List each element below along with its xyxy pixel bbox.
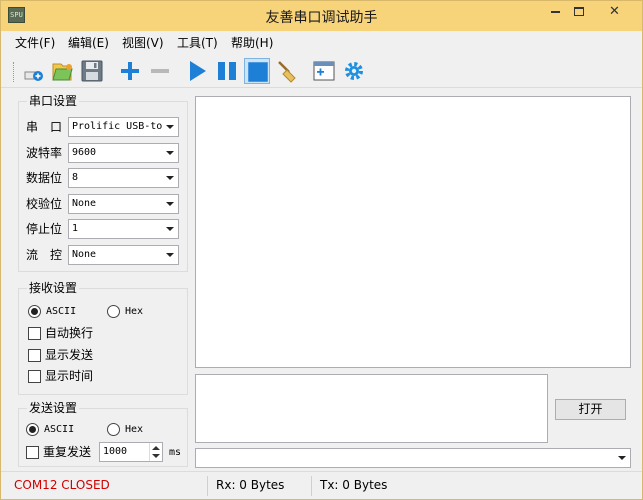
receive-ascii-label: ASCII: [46, 306, 77, 317]
send-textarea[interactable]: [195, 374, 548, 443]
chevron-down-icon: [162, 118, 178, 136]
status-bar: COM12 CLOSED Rx: 0 Bytes Tx: 0 Bytes: [1, 471, 642, 499]
play-icon[interactable]: [184, 58, 210, 84]
parity-value: None: [72, 198, 97, 209]
close-icon: ✕: [609, 4, 620, 19]
open-button[interactable]: 打开: [555, 399, 626, 420]
port-select[interactable]: Prolific USB-to: [68, 117, 179, 137]
pause-icon[interactable]: [214, 58, 240, 84]
stop-icon[interactable]: [244, 58, 270, 84]
repeat-interval-spinbox[interactable]: 1000: [99, 442, 163, 462]
baud-label: 波特率: [26, 146, 63, 160]
receive-settings-title: 接收设置: [27, 280, 80, 296]
open-icon[interactable]: [49, 58, 75, 84]
stopbits-label: 停止位: [26, 222, 63, 236]
serial-settings-title: 串口设置: [27, 93, 80, 109]
parity-select[interactable]: None: [68, 194, 179, 214]
show-time-label: 显示时间: [45, 369, 94, 383]
send-ascii-radio[interactable]: [26, 423, 39, 436]
maximize-icon: [574, 7, 584, 16]
show-time-checkbox[interactable]: [28, 370, 41, 383]
repeat-interval-value: 1000: [103, 446, 128, 457]
remove-icon[interactable]: [147, 58, 173, 84]
spin-buttons[interactable]: [149, 443, 162, 461]
tx-count: Tx: 0 Bytes: [320, 478, 388, 492]
send-hex-radio[interactable]: [107, 423, 120, 436]
status-divider: [311, 476, 312, 496]
send-history-select[interactable]: [195, 448, 631, 468]
chevron-down-icon: [162, 195, 178, 213]
send-settings-title: 发送设置: [27, 400, 80, 416]
send-ascii-label: ASCII: [44, 424, 75, 435]
flow-value: None: [72, 249, 97, 260]
stopbits-select[interactable]: 1: [68, 219, 179, 239]
clear-broom-icon[interactable]: [274, 58, 300, 84]
databits-label: 数据位: [26, 171, 63, 185]
flow-label: 流 控: [26, 248, 63, 262]
maximize-button[interactable]: [567, 1, 591, 23]
stopbits-value: 1: [72, 223, 79, 234]
menu-edit[interactable]: 编辑(E): [68, 35, 109, 51]
menu-help[interactable]: 帮助(H): [231, 35, 273, 51]
flow-select[interactable]: None: [68, 245, 179, 265]
baud-select[interactable]: 9600: [68, 143, 179, 163]
receive-ascii-radio[interactable]: [28, 305, 41, 318]
chevron-down-icon: [162, 246, 178, 264]
chevron-down-icon: [614, 449, 630, 467]
interval-unit-label: ms: [169, 447, 182, 458]
spin-up-icon[interactable]: [152, 446, 160, 450]
port-value: Prolific USB-to: [72, 121, 163, 132]
auto-wrap-checkbox[interactable]: [28, 327, 41, 340]
show-send-label: 显示发送: [45, 348, 94, 362]
toolbar-grip[interactable]: [13, 62, 16, 82]
menu-view[interactable]: 视图(V): [122, 35, 164, 51]
save-icon[interactable]: [79, 58, 105, 84]
repeat-send-checkbox[interactable]: [26, 446, 39, 459]
spin-down-icon[interactable]: [152, 454, 160, 458]
toolbar: [1, 54, 642, 88]
auto-wrap-label: 自动换行: [45, 326, 94, 340]
app-window: SPU 友善串口调试助手 ✕ 文件(F) 编辑(E) 视图(V) 工具(T) 帮…: [0, 0, 643, 500]
chevron-down-icon: [162, 144, 178, 162]
menu-file[interactable]: 文件(F): [15, 35, 55, 51]
send-hex-label: Hex: [125, 424, 144, 435]
chevron-down-icon: [162, 220, 178, 238]
databits-value: 8: [72, 172, 79, 183]
parity-label: 校验位: [26, 197, 63, 211]
receive-hex-radio[interactable]: [107, 305, 120, 318]
receive-textarea[interactable]: [195, 96, 631, 368]
new-icon[interactable]: [21, 58, 47, 84]
settings-gear-icon[interactable]: [341, 58, 367, 84]
menu-bar: 文件(F) 编辑(E) 视图(V) 工具(T) 帮助(H): [1, 32, 642, 54]
port-status: COM12 CLOSED: [14, 478, 110, 492]
minimize-button[interactable]: [543, 1, 567, 23]
minimize-icon: [550, 10, 560, 13]
add-window-icon[interactable]: [311, 58, 337, 84]
show-send-checkbox[interactable]: [28, 349, 41, 362]
chevron-down-icon: [162, 169, 178, 187]
close-button[interactable]: ✕: [591, 1, 638, 23]
databits-select[interactable]: 8: [68, 168, 179, 188]
repeat-send-label: 重复发送: [43, 445, 92, 459]
port-label: 串 口: [26, 120, 63, 134]
menu-tools[interactable]: 工具(T): [177, 35, 218, 51]
baud-value: 9600: [72, 147, 97, 158]
receive-settings-group: 接收设置: [18, 280, 188, 395]
add-icon[interactable]: [117, 58, 143, 84]
title-bar[interactable]: SPU 友善串口调试助手 ✕: [1, 1, 642, 31]
receive-hex-label: Hex: [125, 306, 144, 317]
status-divider: [207, 476, 208, 496]
rx-count: Rx: 0 Bytes: [216, 478, 285, 492]
